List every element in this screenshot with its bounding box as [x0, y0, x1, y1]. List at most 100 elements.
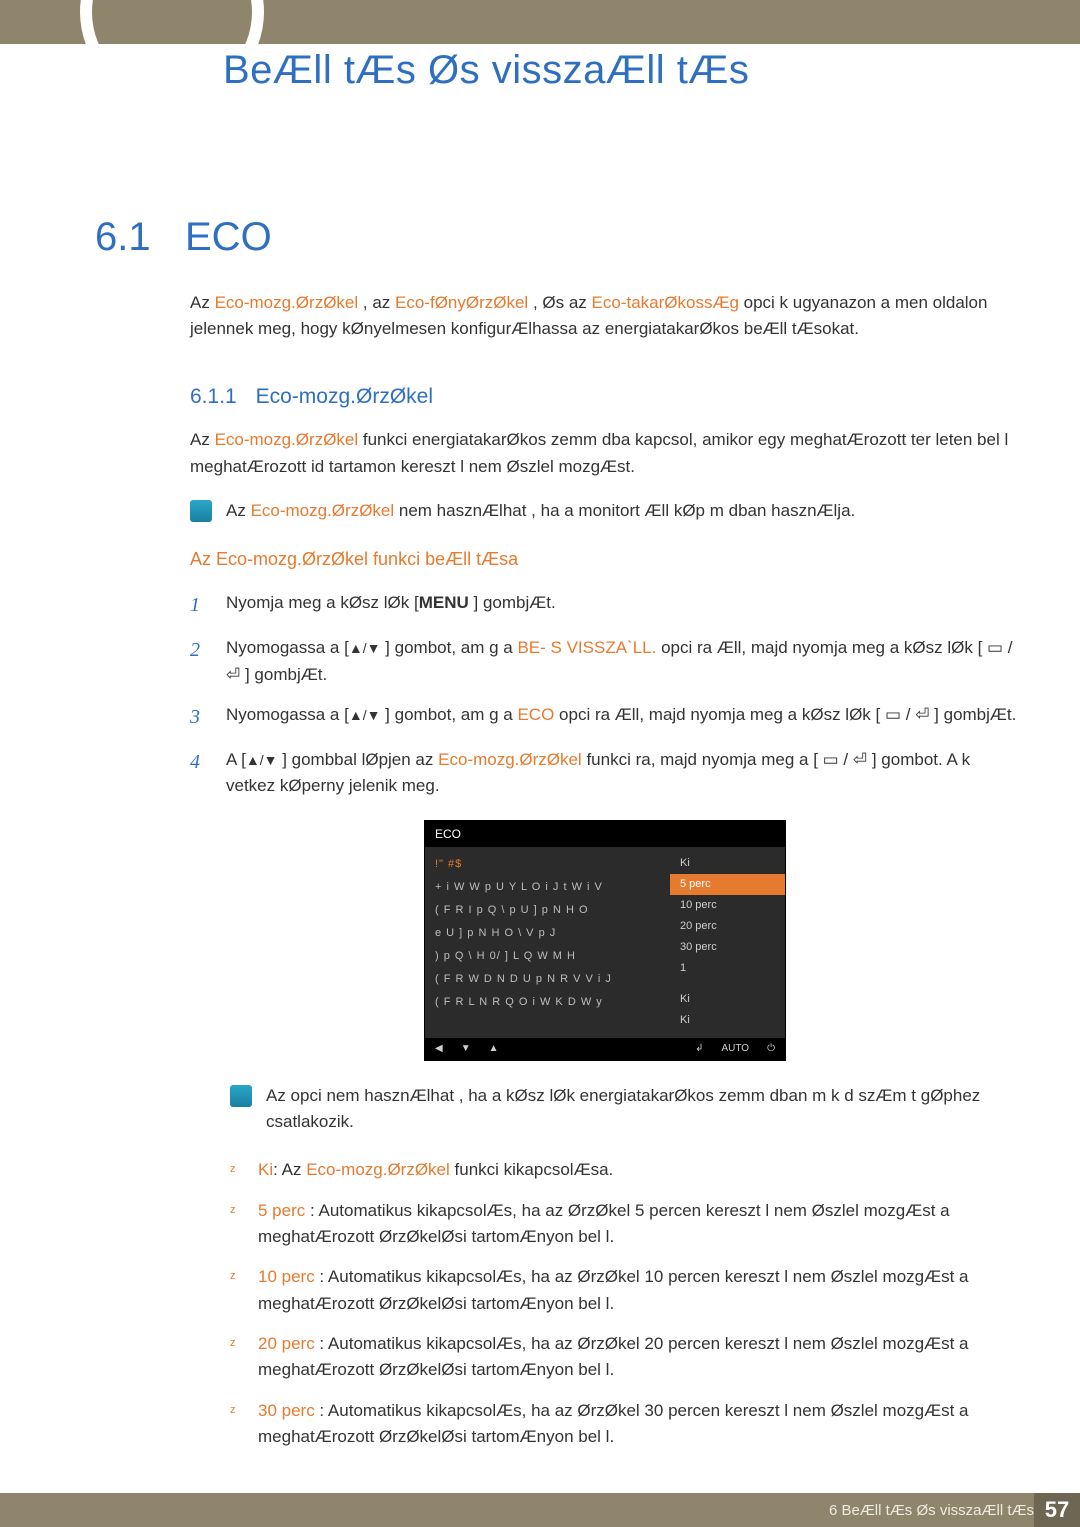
text: ] gombbal lØpjen az [277, 750, 438, 769]
step-item: 3 Nyomogassa a [▲/▼ ] gombot, am g a ECO… [190, 702, 1020, 733]
option-body: Ki: Az Eco-mozg.ØrzØkel funkci kikapcsol… [258, 1157, 1020, 1183]
highlight: 30 perc [258, 1401, 315, 1420]
glyph: ▲/▼ [349, 640, 381, 656]
intro-paragraph: Az Eco-mozg.ØrzØkel , az Eco-fØnyØrzØkel… [190, 290, 1020, 343]
glyph: ▲/▼ [349, 707, 381, 723]
glyph: ▲/▼ [246, 752, 278, 768]
power-icon: ⏻ [767, 1041, 775, 1057]
text: : Automatikus kikapcsolÆs, ha az ØrzØkel… [258, 1267, 969, 1312]
text: funkci kikapcsolÆsa. [450, 1160, 613, 1179]
option-item: z 10 perc : Automatikus kikapcsolÆs, ha … [230, 1264, 1020, 1317]
option-body: 10 perc : Automatikus kikapcsolÆs, ha az… [258, 1264, 1020, 1317]
text: Nyomogassa a [ [226, 638, 349, 657]
osd-item: ( F R I p Q \ p U ] p N H O [435, 899, 660, 922]
bullet-icon: z [230, 1335, 244, 1384]
osd-item: ) p Q \ H 0/ ] L Q W M H [435, 945, 660, 968]
osd-footer-right: ↲ AUTO ⏻ [695, 1041, 775, 1057]
text: : Az [273, 1160, 306, 1179]
osd-right-column: Ki 5 perc 10 perc 20 perc 30 perc 1 Ki K… [670, 847, 785, 1037]
highlight: Eco-mozg.ØrzØkel [438, 750, 582, 769]
highlight: 20 perc [258, 1334, 315, 1353]
osd-item: !" #$ [435, 853, 660, 876]
option-item: z 5 perc : Automatikus kikapcsolÆs, ha a… [230, 1198, 1020, 1251]
osd-title: ECO [425, 821, 785, 848]
osd-value: Ki [670, 853, 785, 874]
options-list: z Ki: Az Eco-mozg.ØrzØkel funkci kikapcs… [230, 1157, 1020, 1450]
text: : Automatikus kikapcsolÆs, ha az ØrzØkel… [258, 1401, 969, 1446]
subsection-name: Eco-mozg.ØrzØkel [256, 385, 433, 408]
note-row: Az Eco-mozg.ØrzØkel nem hasznÆlhat , ha … [190, 498, 1020, 524]
up-icon: ▲ [489, 1041, 499, 1057]
subsection-paragraph: Az Eco-mozg.ØrzØkel funkci energiatakarØ… [190, 427, 1020, 480]
step-number: 1 [190, 590, 208, 621]
step-item: 1 Nyomja meg a kØsz lØk [MENU ] gombjÆt. [190, 590, 1020, 621]
note-row: Az opci nem hasznÆlhat , ha a kØsz lØk e… [230, 1083, 1020, 1136]
highlight: Eco-mozg.ØrzØkel [215, 293, 359, 312]
highlight: Eco-mozg.ØrzØkel [306, 1160, 450, 1179]
page: BeÆll tÆs Øs visszaÆll tÆs 6.1 ECO Az Ec… [0, 0, 1080, 1527]
step-body: Nyomogassa a [▲/▼ ] gombot, am g a BE- S… [226, 635, 1020, 688]
osd-left-column: !" #$ + i W W p U Y L O i J t W i V ( F … [425, 847, 670, 1037]
section-number: 6.1 [95, 215, 151, 260]
bullet-icon: z [230, 1202, 244, 1251]
osd-body: !" #$ + i W W p U Y L O i J t W i V ( F … [425, 847, 785, 1037]
chapter-title: BeÆll tÆs Øs visszaÆll tÆs [223, 48, 749, 93]
osd-value: Ki [670, 1010, 785, 1031]
step-number: 3 [190, 702, 208, 733]
text: Az [190, 293, 215, 312]
text: opci ra Æll, majd nyomja meg a kØsz lØk … [554, 705, 1016, 724]
bullet-icon: z [230, 1268, 244, 1317]
osd-item: + i W W p U Y L O i J t W i V [435, 876, 660, 899]
osd-item: e U ] p N H O \ V p J [435, 922, 660, 945]
bold: MENU [419, 593, 469, 612]
highlight: 5 perc [258, 1201, 305, 1220]
osd-item: ( F R L N R Q O i W K D W y [435, 991, 660, 1014]
option-item: z 30 perc : Automatikus kikapcsolÆs, ha … [230, 1398, 1020, 1451]
osd-value: Ki [670, 989, 785, 1010]
subsection-heading: 6.1.1 Eco-mozg.ØrzØkel [190, 353, 1020, 428]
osd-item: ( F R W D N D U p N R V V i J [435, 968, 660, 991]
procedure-title: Az Eco-mozg.ØrzØkel funkci beÆll tÆsa [190, 546, 1020, 574]
text: A [ [226, 750, 246, 769]
text: Az [226, 501, 251, 520]
highlight: 10 perc [258, 1267, 315, 1286]
spacer [670, 979, 785, 989]
step-body: Nyomogassa a [▲/▼ ] gombot, am g a ECO o… [226, 702, 1020, 733]
note-text: Az opci nem hasznÆlhat , ha a kØsz lØk e… [266, 1083, 1020, 1136]
highlight: Eco-takarØkossÆg [592, 293, 739, 312]
info-icon [230, 1085, 252, 1107]
text: , az [358, 293, 395, 312]
option-item: z Ki: Az Eco-mozg.ØrzØkel funkci kikapcs… [230, 1157, 1020, 1183]
page-footer: 6 BeÆll tÆs Øs visszaÆll tÆs 57 [0, 1493, 1080, 1527]
subsection-number: 6.1.1 [190, 381, 237, 414]
step-number: 2 [190, 635, 208, 688]
option-body: 30 perc : Automatikus kikapcsolÆs, ha az… [258, 1398, 1020, 1451]
highlight: Eco-mozg.ØrzØkel [215, 430, 359, 449]
step-body: A [▲/▼ ] gombbal lØpjen az Eco-mozg.ØrzØ… [226, 747, 1020, 800]
option-body: 20 perc : Automatikus kikapcsolÆs, ha az… [258, 1331, 1020, 1384]
text: nem hasznÆlhat , ha a monitort Æll kØp m… [394, 501, 855, 520]
osd-footer-left: ◀ ▼ ▲ [435, 1041, 499, 1057]
info-icon [190, 500, 212, 522]
step-body: Nyomja meg a kØsz lØk [MENU ] gombjÆt. [226, 590, 1020, 621]
osd-value: 20 perc [670, 916, 785, 937]
text: , Øs az [528, 293, 591, 312]
text: Nyomja meg a kØsz lØk [ [226, 593, 419, 612]
osd-menu: ECO !" #$ + i W W p U Y L O i J t W i V … [424, 820, 786, 1061]
option-body: 5 perc : Automatikus kikapcsolÆs, ha az … [258, 1198, 1020, 1251]
text: Az [190, 430, 215, 449]
back-icon: ◀ [435, 1041, 443, 1057]
osd-footer: ◀ ▼ ▲ ↲ AUTO ⏻ [425, 1038, 785, 1060]
content-area: Az Eco-mozg.ØrzØkel , az Eco-fØnyØrzØkel… [190, 290, 1020, 1464]
osd-value-selected: 5 perc [670, 874, 785, 895]
osd-value: 10 perc [670, 895, 785, 916]
text: ] gombot, am g a [380, 638, 517, 657]
page-number: 57 [1034, 1493, 1080, 1527]
step-number: 4 [190, 747, 208, 800]
footer-text: 6 BeÆll tÆs Øs visszaÆll tÆs [829, 1502, 1034, 1519]
step-item: 2 Nyomogassa a [▲/▼ ] gombot, am g a BE-… [190, 635, 1020, 688]
auto-label: AUTO [721, 1041, 749, 1057]
steps-list: 1 Nyomja meg a kØsz lØk [MENU ] gombjÆt.… [190, 590, 1020, 799]
step-item: 4 A [▲/▼ ] gombbal lØpjen az Eco-mozg.Ør… [190, 747, 1020, 800]
note-text: Az Eco-mozg.ØrzØkel nem hasznÆlhat , ha … [226, 498, 1020, 524]
